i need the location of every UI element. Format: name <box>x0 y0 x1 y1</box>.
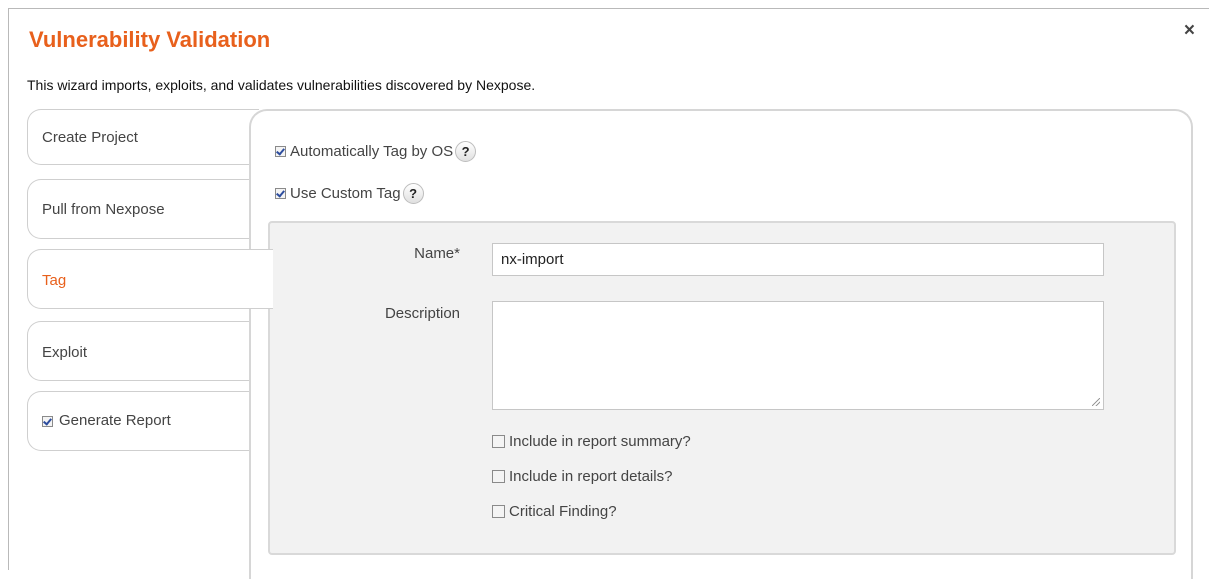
name-label: Name* <box>414 245 460 262</box>
help-icon[interactable]: ? <box>455 141 477 162</box>
help-icon[interactable]: ? <box>402 183 424 204</box>
critical-finding-option: Critical Finding? <box>492 503 617 520</box>
custom-tag-option: Use Custom Tag ? <box>275 183 424 204</box>
tag-name-input[interactable] <box>492 243 1104 276</box>
tab-label: Pull from Nexpose <box>42 201 165 218</box>
auto-tag-label: Automatically Tag by OS <box>290 143 454 160</box>
critical-finding-checkbox[interactable] <box>492 505 505 518</box>
include-summary-label: Include in report summary? <box>509 433 691 450</box>
include-summary-option: Include in report summary? <box>492 433 691 450</box>
dialog-title: Vulnerability Validation <box>29 27 271 52</box>
resize-handle-icon[interactable] <box>1092 398 1100 406</box>
tab-pull-from-nexpose[interactable]: Pull from Nexpose <box>27 179 259 239</box>
custom-tag-label: Use Custom Tag <box>290 185 401 202</box>
tab-exploit[interactable]: Exploit <box>27 321 259 381</box>
description-label: Description <box>384 305 460 322</box>
tab-label: Exploit <box>42 344 88 361</box>
tab-label: Generate Report <box>59 412 171 429</box>
include-details-option: Include in report details? <box>492 468 672 485</box>
dialog-subtitle: This wizard imports, exploits, and valid… <box>27 77 536 93</box>
custom-tag-checkbox[interactable] <box>275 188 286 199</box>
close-icon[interactable]: × <box>1184 21 1195 40</box>
auto-tag-option: Automatically Tag by OS ? <box>275 141 477 162</box>
tag-step-panel: Automatically Tag by OS ? Use Custom Tag… <box>249 109 1193 579</box>
include-summary-checkbox[interactable] <box>492 435 505 448</box>
include-details-label: Include in report details? <box>509 468 673 485</box>
tab-label: Tag <box>42 272 67 289</box>
tab-create-project[interactable]: Create Project <box>27 109 259 165</box>
tab-label: Create Project <box>42 129 138 146</box>
critical-finding-label: Critical Finding? <box>509 503 617 520</box>
include-details-checkbox[interactable] <box>492 470 505 483</box>
description-textarea[interactable] <box>492 301 1104 410</box>
auto-tag-checkbox[interactable] <box>275 146 286 157</box>
tab-generate-report[interactable]: Generate Report <box>27 391 259 451</box>
tab-tag[interactable]: Tag <box>27 249 273 309</box>
custom-tag-form: Name* Description Include in report summ… <box>268 221 1176 555</box>
vulnerability-validation-dialog: × Vulnerability Validation This wizard i… <box>8 8 1209 579</box>
generate-report-checkbox[interactable] <box>42 416 53 427</box>
